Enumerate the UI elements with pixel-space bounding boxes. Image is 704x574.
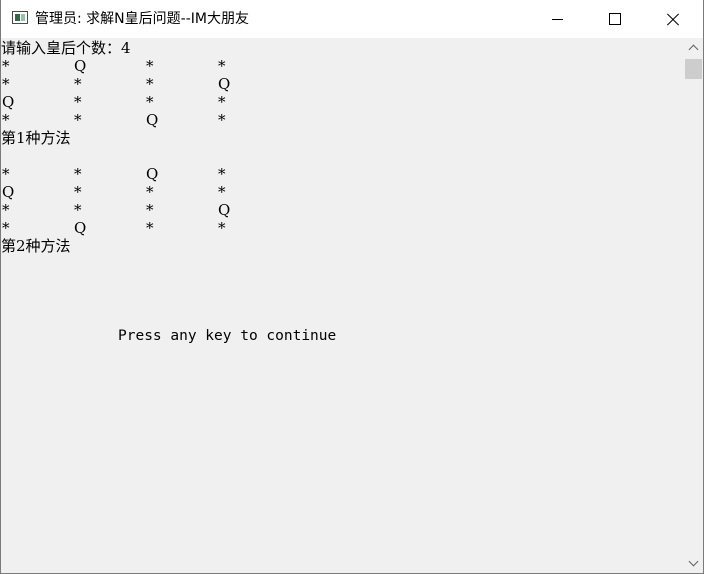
maximize-button[interactable] (586, 0, 644, 38)
board-cell: Q (218, 201, 231, 219)
board-cell: * (146, 183, 154, 201)
scroll-thumb[interactable] (685, 59, 702, 79)
chevron-down-icon (688, 556, 698, 567)
board-cell: * (146, 201, 154, 219)
board-cell: * (146, 75, 154, 93)
board-row: * * Q * (1, 165, 261, 183)
board-cell: * (218, 93, 226, 111)
scroll-down-button[interactable] (683, 553, 703, 573)
board-cell: * (146, 93, 154, 111)
board-cell: * (2, 219, 10, 237)
solution-label: 第1种方法 (1, 129, 71, 147)
board-cell: * (2, 111, 10, 129)
console-output[interactable]: 请输入皇后个数：4 * Q * * * * * Q Q * * * * * Q … (1, 38, 683, 573)
board-cell: Q (146, 165, 159, 183)
input-prompt: 请输入皇后个数：4 (1, 39, 131, 57)
board-row: Q * * * (1, 183, 261, 201)
board-cell: * (2, 75, 10, 93)
board-cell: * (218, 165, 226, 183)
board-cell: * (74, 165, 82, 183)
board-cell: * (146, 57, 154, 75)
board-cell: * (2, 57, 10, 75)
close-button[interactable] (644, 0, 702, 38)
board-cell: * (74, 201, 82, 219)
scroll-up-button[interactable] (683, 38, 703, 58)
board-cell: Q (74, 57, 87, 75)
title-bar[interactable]: 管理员: 求解N皇后问题--IM大朋友 (1, 0, 703, 38)
console-app-icon[interactable] (12, 11, 28, 24)
continue-message: Press any key to continue (118, 328, 337, 344)
board-cell: Q (146, 111, 159, 129)
board-cell: * (74, 93, 82, 111)
board-cell: * (218, 219, 226, 237)
board-row: Q * * * (1, 93, 261, 111)
chevron-up-icon (688, 44, 698, 55)
board-cell: Q (218, 75, 231, 93)
minimize-button[interactable] (528, 0, 586, 38)
vertical-scrollbar[interactable] (683, 38, 703, 573)
board-cell: * (74, 111, 82, 129)
board-cell: * (74, 75, 82, 93)
maximize-icon (609, 13, 621, 25)
console-window: 管理员: 求解N皇后问题--IM大朋友 请输入皇后个数：4 * Q * * * … (0, 0, 704, 574)
board-row: * Q * * (1, 57, 261, 75)
board-row: * * Q * (1, 111, 261, 129)
board-row: * * * Q (1, 201, 261, 219)
board-row: * * * Q (1, 75, 261, 93)
close-icon (667, 13, 679, 25)
board-cell: * (2, 165, 10, 183)
board-cell: Q (2, 183, 15, 201)
board-cell: * (74, 183, 82, 201)
window-title: 管理员: 求解N皇后问题--IM大朋友 (35, 11, 249, 27)
board-row: * Q * * (1, 219, 261, 237)
board-cell: * (218, 111, 226, 129)
board-cell: Q (74, 219, 87, 237)
board-cell: Q (2, 93, 15, 111)
minimize-icon (551, 18, 563, 20)
board-cell: * (2, 201, 10, 219)
board-cell: * (218, 57, 226, 75)
board-cell: * (146, 219, 154, 237)
board-cell: * (218, 183, 226, 201)
solution-label: 第2种方法 (1, 237, 71, 255)
